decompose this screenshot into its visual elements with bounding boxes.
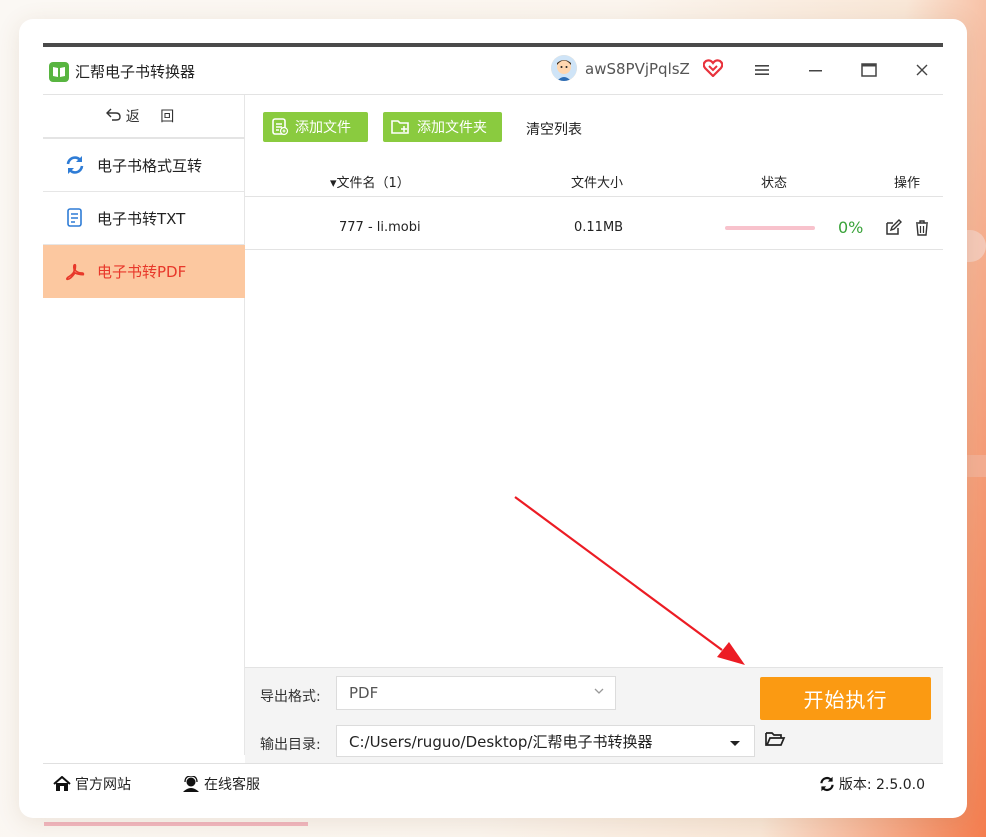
folder-open-icon[interactable] — [764, 730, 786, 752]
refresh-icon — [820, 776, 834, 792]
app-title: 汇帮电子书转换器 — [75, 63, 196, 81]
output-settings: 导出格式: PDF 输出目录: C:/Users/ruguo/Desktop/汇… — [245, 667, 943, 763]
sidebar-item-label: 电子书格式互转 — [97, 156, 203, 175]
edit-icon[interactable] — [884, 219, 902, 241]
user-avatar[interactable] — [551, 55, 577, 81]
start-button[interactable]: 开始执行 — [760, 677, 931, 720]
sidebar-item-label: 电子书转PDF — [97, 263, 187, 281]
output-dir-select[interactable]: C:/Users/ruguo/Desktop/汇帮电子书转换器 — [336, 725, 755, 757]
add-folder-icon — [391, 120, 409, 134]
website-link[interactable]: 官方网站 — [53, 774, 131, 794]
add-file-button[interactable]: 添加文件 — [263, 112, 368, 142]
output-dir-label: 输出目录: — [260, 737, 321, 753]
document-icon — [65, 208, 85, 228]
maximize-icon — [861, 63, 877, 77]
refresh-icon — [65, 155, 85, 175]
support-link[interactable]: 在线客服 — [182, 774, 260, 794]
background-strip — [44, 822, 308, 826]
add-folder-label: 添加文件夹 — [417, 120, 487, 136]
back-button[interactable]: 返 回 — [43, 95, 245, 139]
chevron-down-icon — [593, 683, 605, 701]
progress-percent: 0% — [838, 218, 864, 237]
version-info: 版本: 2.5.0.0 — [819, 774, 925, 794]
sidebar-item-label: 电子书转TXT — [97, 209, 186, 228]
minimize-button[interactable] — [801, 57, 831, 83]
version-label: 版本: 2.5.0.0 — [838, 777, 925, 793]
output-dir-value: C:/Users/ruguo/Desktop/汇帮电子书转换器 — [349, 732, 653, 751]
username[interactable]: awS8PVjPqlsZ — [585, 60, 690, 78]
footer: 官方网站 在线客服 版本: 2.5.0.0 — [43, 763, 943, 804]
title-bar: 汇帮电子书转换器 awS8PVjPqlsZ — [43, 47, 943, 95]
pdf-icon — [65, 262, 85, 282]
hamburger-icon — [755, 65, 769, 75]
header-divider — [245, 196, 943, 197]
column-header-filename[interactable]: ▾文件名（1） — [330, 172, 410, 191]
sidebar-item-format-convert[interactable]: 电子书格式互转 — [43, 139, 245, 192]
sidebar-item-to-pdf[interactable]: 电子书转PDF — [43, 245, 245, 298]
column-header-actions: 操作 — [894, 176, 921, 191]
back-label: 返 回 — [125, 109, 183, 125]
progress-bar — [725, 226, 815, 230]
menu-button[interactable] — [747, 57, 777, 83]
row-divider — [245, 249, 943, 250]
app-window: 汇帮电子书转换器 awS8PVjPqlsZ 返 回 电子书格式互转 电子书转TX… — [43, 43, 943, 800]
website-label: 官方网站 — [75, 777, 131, 793]
maximize-button[interactable] — [854, 57, 884, 83]
support-agent-icon — [183, 776, 199, 792]
app-logo-icon — [49, 62, 69, 82]
column-header-status: 状态 — [761, 176, 788, 191]
sidebar: 返 回 电子书格式互转 电子书转TXT 电子书转PDF — [43, 95, 245, 755]
format-select[interactable]: PDF — [336, 676, 616, 710]
column-header-filesize: 文件大小 — [571, 176, 624, 191]
format-value: PDF — [349, 684, 379, 702]
file-name-cell: 777 - li.mobi — [339, 220, 421, 235]
clear-list-button[interactable]: 清空列表 — [526, 119, 582, 139]
support-label: 在线客服 — [204, 777, 260, 793]
back-arrow-icon — [105, 107, 122, 125]
vip-heart-icon[interactable] — [702, 59, 724, 81]
file-size-cell: 0.11MB — [574, 220, 624, 235]
format-label: 导出格式: — [260, 689, 321, 705]
home-icon — [53, 776, 71, 791]
close-icon — [916, 64, 928, 76]
main-panel: 添加文件 添加文件夹 清空列表 ▾文件名（1） 文件大小 状态 操作 777 -… — [245, 95, 943, 667]
dropdown-arrow-icon — [730, 734, 740, 752]
add-file-label: 添加文件 — [295, 120, 351, 136]
close-button[interactable] — [907, 57, 937, 83]
minimize-icon — [809, 70, 822, 72]
add-file-icon — [272, 118, 289, 136]
add-folder-button[interactable]: 添加文件夹 — [383, 112, 502, 142]
delete-icon[interactable] — [914, 219, 930, 241]
sidebar-item-to-txt[interactable]: 电子书转TXT — [43, 192, 245, 245]
